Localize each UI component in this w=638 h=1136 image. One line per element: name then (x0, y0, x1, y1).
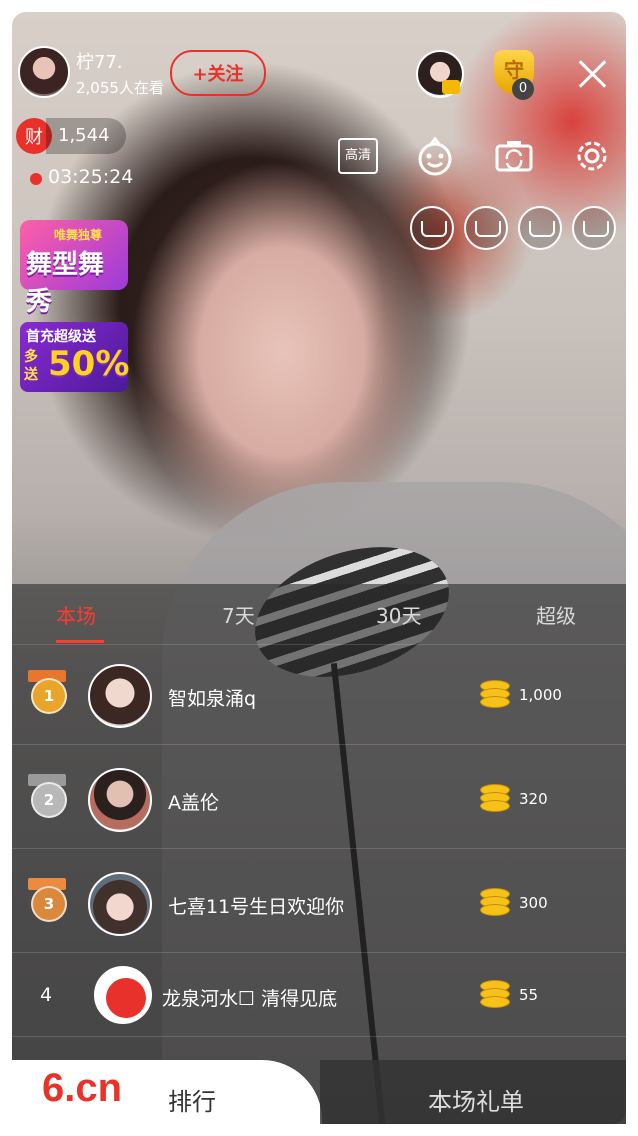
gift-list-tab-label: 本场礼单 (428, 1088, 524, 1116)
seat-slot-3[interactable] (518, 206, 562, 250)
recharge-promo-line1: 首充超级送 (26, 329, 96, 345)
anchor-name: 柠77. (76, 52, 123, 73)
coin-stack-icon (480, 680, 510, 710)
coin-stack-icon (480, 980, 510, 1010)
face-filter-icon (418, 136, 452, 176)
settings-button[interactable] (572, 136, 612, 176)
gift-amount: 300 (519, 894, 548, 912)
user-avatar[interactable] (94, 966, 152, 1024)
gold-medal-icon: 1 (28, 670, 67, 718)
silver-medal-icon: 2 (28, 774, 67, 822)
tab-7-days[interactable]: 7天 (222, 600, 255, 629)
rank-number: 4 (40, 984, 53, 1006)
anchor-avatar[interactable] (18, 46, 70, 98)
gear-icon (577, 141, 607, 171)
dance-promo-line2: 舞型舞秀 (26, 250, 105, 317)
close-icon[interactable] (572, 54, 612, 94)
tab-super[interactable]: 超级 (536, 600, 576, 629)
user-name: 智如泉涌q (168, 688, 257, 710)
gift-amount: 55 (519, 986, 539, 1004)
beauty-filter-button[interactable] (414, 136, 454, 176)
live-dot-icon (30, 173, 42, 185)
seat-slot-2[interactable] (464, 206, 508, 250)
viewer-count: 2,055人在看 (76, 79, 164, 97)
guard-count-badge: 0 (512, 78, 534, 100)
tab-active-indicator (56, 640, 104, 643)
follow-button[interactable]: +关注 (170, 50, 266, 96)
tab-30-days[interactable]: 30天 (376, 600, 421, 629)
gift-amount: 320 (519, 790, 548, 808)
recharge-promo-banner[interactable]: 首充超级送 多送 50% (20, 322, 130, 392)
coin-stack-icon (480, 888, 510, 918)
user-avatar[interactable] (88, 768, 152, 832)
crown-icon (442, 80, 460, 94)
dance-promo-banner[interactable]: 唯舞独尊 舞型舞秀 (20, 220, 128, 317)
ranking-tabs (12, 584, 626, 645)
user-avatar[interactable] (88, 872, 152, 936)
switch-camera-button[interactable] (494, 136, 534, 176)
bronze-medal-icon: 3 (28, 878, 67, 926)
wealth-value[interactable]: 1,544 (46, 118, 126, 154)
live-duration: 03:25:24 (48, 166, 134, 188)
ranking-tab-label: 排行 (168, 1088, 216, 1116)
recharge-promo-line2: 多送 (24, 349, 38, 383)
user-avatar[interactable] (88, 664, 152, 728)
gift-amount: 1,000 (519, 686, 562, 704)
hd-quality-button[interactable]: 高清 (338, 138, 378, 174)
seat-slot-1[interactable] (410, 206, 454, 250)
seat-slot-4[interactable] (572, 206, 616, 250)
site-logo: 6.cn (42, 1066, 123, 1110)
user-name: 七喜11号生日欢迎你 (168, 896, 345, 918)
coin-stack-icon (480, 784, 510, 814)
user-name: A盖伦 (168, 792, 219, 814)
dance-promo-line1: 唯舞独尊 (54, 228, 103, 242)
camera-switch-icon (495, 141, 533, 172)
recharge-promo-line3: 50% (48, 344, 130, 384)
tab-this-show[interactable]: 本场 (56, 600, 96, 629)
user-name: 龙泉河水☐ 清得见底 (162, 988, 338, 1010)
